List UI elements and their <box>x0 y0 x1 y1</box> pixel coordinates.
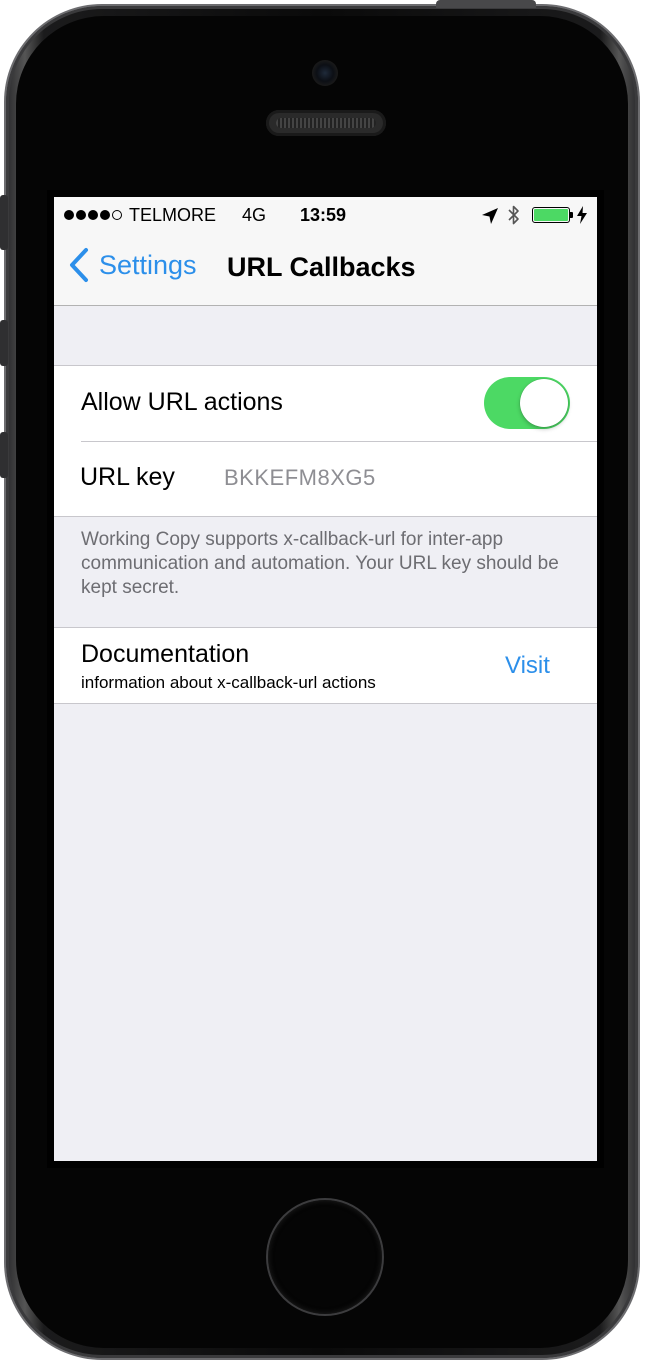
url-settings-group: Allow URL actions URL key BKKEFM8XG5 <box>54 365 597 517</box>
signal-dot <box>64 210 74 220</box>
allow-url-actions-toggle[interactable] <box>484 377 570 429</box>
url-key-footer-note: Working Copy supports x-callback-url for… <box>81 529 559 598</box>
documentation-subtitle: information about x-callback-url actions <box>81 673 376 692</box>
battery-tip <box>570 212 573 218</box>
signal-strength-icon <box>64 210 122 220</box>
sleep-wake-button <box>436 0 536 8</box>
navigation-bar: Settings URL Callbacks <box>54 233 597 306</box>
documentation-title: Documentation <box>81 640 250 668</box>
url-key-row[interactable]: URL key BKKEFM8XG5 <box>54 441 597 516</box>
allow-url-actions-label: Allow URL actions <box>81 388 283 416</box>
mute-switch <box>0 195 8 250</box>
volume-up-button <box>0 320 8 366</box>
signal-dot-empty <box>112 210 122 220</box>
signal-dot <box>88 210 98 220</box>
signal-dot <box>76 210 86 220</box>
back-button[interactable]: Settings <box>68 247 197 283</box>
battery-icon <box>532 207 570 223</box>
toggle-knob <box>520 379 568 427</box>
charging-bolt-icon <box>577 206 587 224</box>
screen: TELMORE 4G 13:59 Settings URL Callbacks … <box>54 197 597 1161</box>
documentation-row[interactable]: Documentation information about x-callba… <box>54 628 597 703</box>
earpiece-speaker <box>266 110 386 136</box>
documentation-group: Documentation information about x-callba… <box>54 627 597 704</box>
page-title: URL Callbacks <box>227 252 416 282</box>
allow-url-actions-row: Allow URL actions <box>54 366 597 441</box>
status-bar: TELMORE 4G 13:59 <box>54 197 597 233</box>
front-camera <box>312 60 338 86</box>
back-button-label: Settings <box>99 249 197 280</box>
bluetooth-icon <box>508 205 519 225</box>
network-type: 4G <box>242 205 267 225</box>
carrier-name: TELMORE <box>129 205 217 225</box>
url-key-value[interactable]: BKKEFM8XG5 <box>224 465 376 491</box>
visit-button[interactable]: Visit <box>505 652 550 680</box>
signal-dot <box>100 210 110 220</box>
battery-level <box>534 209 568 221</box>
clock: 13:59 <box>300 205 347 225</box>
chevron-left-icon <box>70 248 88 282</box>
home-button[interactable] <box>268 1200 382 1314</box>
location-arrow-icon <box>482 208 498 224</box>
volume-down-button <box>0 432 8 478</box>
url-key-label: URL key <box>80 463 175 491</box>
